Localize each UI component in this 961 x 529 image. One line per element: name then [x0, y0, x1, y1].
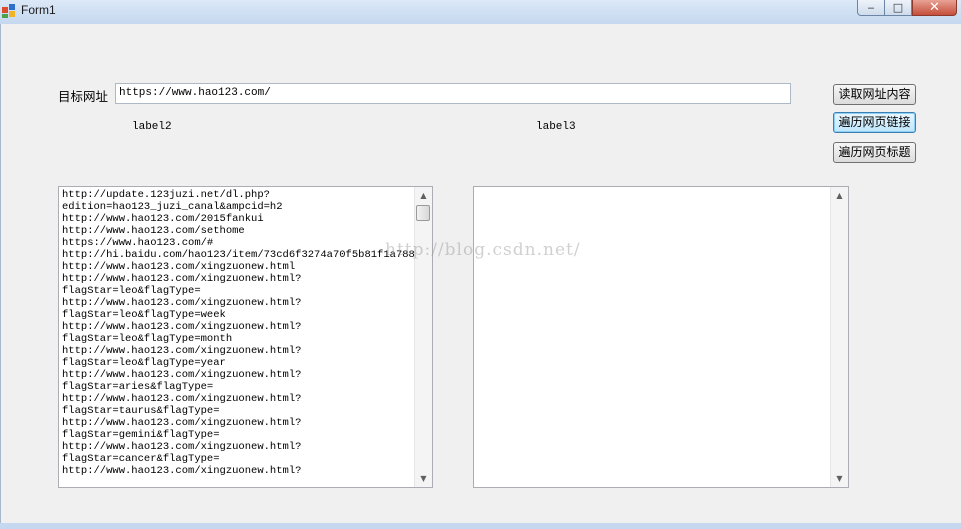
label2: label2: [132, 121, 172, 133]
window-bottom-border: [0, 523, 961, 529]
form-client-area: 目标网址 https://www.hao123.com/ label2 labe…: [0, 24, 961, 523]
watermark: http://blog.csdn.net/: [385, 240, 581, 260]
links-text: http://update.123juzi.net/dl.php? editio…: [62, 189, 414, 477]
scroll-down-icon[interactable]: ▼: [831, 470, 848, 487]
app-icon: [2, 4, 15, 18]
label3: label3: [536, 121, 576, 133]
titles-textbox[interactable]: ▲ ▼: [473, 186, 849, 488]
scroll-up-icon[interactable]: ▲: [831, 187, 848, 204]
links-textbox[interactable]: http://update.123juzi.net/dl.php? editio…: [58, 186, 433, 488]
close-button[interactable]: ✕: [912, 0, 957, 16]
url-label: 目标网址: [58, 89, 109, 104]
traverse-titles-button[interactable]: 遍历网页标题: [833, 142, 916, 163]
links-scrollbar[interactable]: ▲ ▼: [414, 187, 432, 487]
maximize-button[interactable]: □: [884, 0, 912, 16]
titles-scrollbar[interactable]: ▲ ▼: [830, 187, 848, 487]
traverse-links-button[interactable]: 遍历网页链接: [833, 112, 916, 133]
read-url-content-button[interactable]: 读取网址内容: [833, 84, 916, 105]
minimize-button[interactable]: ‒: [857, 0, 885, 16]
url-input[interactable]: https://www.hao123.com/: [115, 83, 791, 104]
scroll-up-icon[interactable]: ▲: [415, 187, 432, 204]
maximize-icon: □: [892, 1, 904, 14]
title-bar[interactable]: Form1 ‒ □ ✕: [0, 0, 961, 24]
close-icon: ✕: [929, 0, 940, 15]
scroll-down-icon[interactable]: ▼: [415, 470, 432, 487]
minimize-icon: ‒: [867, 1, 875, 14]
window-title: Form1: [21, 3, 56, 17]
titles-text: [477, 189, 830, 485]
scroll-thumb[interactable]: [416, 205, 430, 221]
